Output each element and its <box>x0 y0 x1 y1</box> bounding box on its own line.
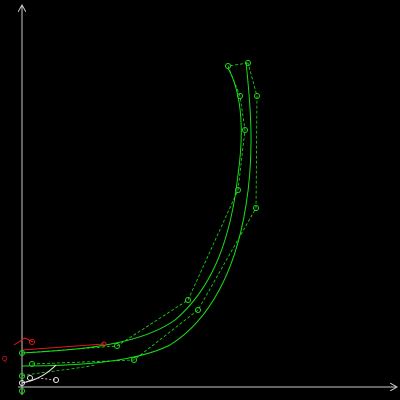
outer-control-polygon <box>31 62 258 365</box>
control-point[interactable] <box>195 307 201 313</box>
drawing-surface[interactable]: Q <box>0 0 400 400</box>
red-marker-label: Q <box>2 356 8 363</box>
cad-canvas[interactable]: Q <box>0 0 400 400</box>
white-small-curve <box>21 364 57 384</box>
control-point[interactable] <box>185 297 191 303</box>
green-control-points <box>19 60 260 394</box>
inner-control-polygon <box>21 62 249 354</box>
white-point-2[interactable] <box>27 375 33 381</box>
outer-spline-curve[interactable] <box>21 61 252 367</box>
inner-spline-curve[interactable] <box>21 67 242 354</box>
